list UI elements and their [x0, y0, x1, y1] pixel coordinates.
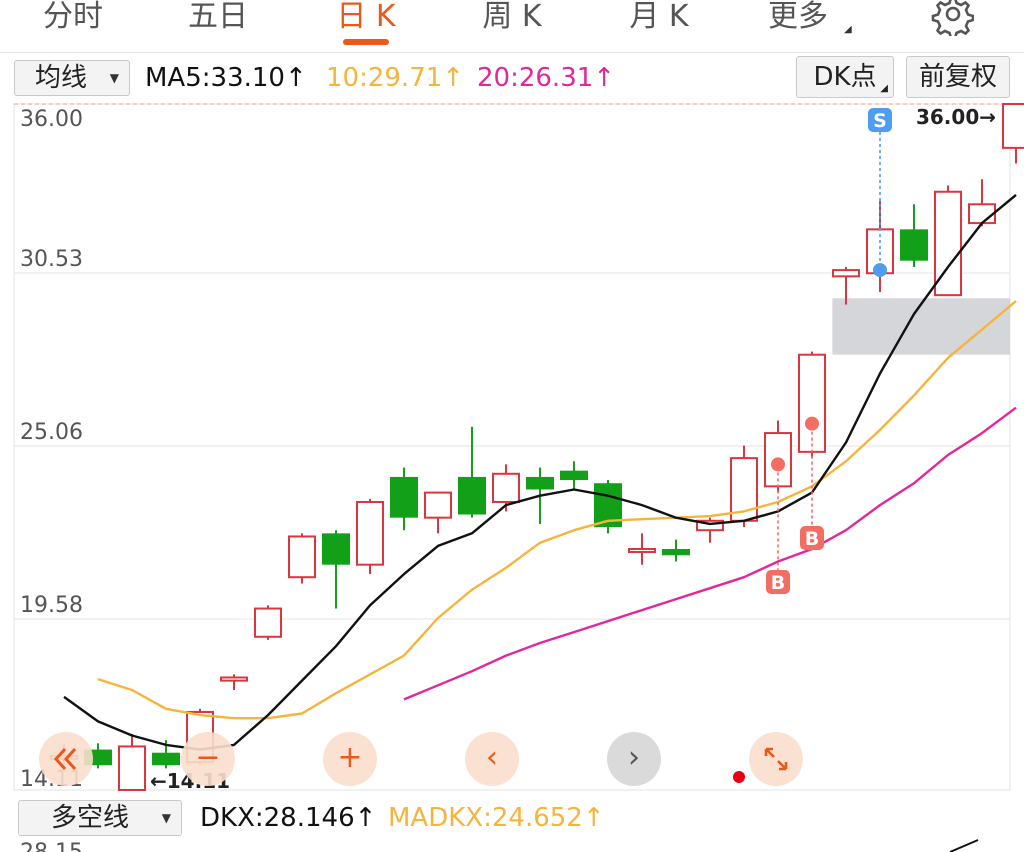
double-chevron-left-icon — [53, 747, 77, 771]
signal-badge-text: B — [805, 528, 819, 550]
candle-body — [356, 500, 384, 566]
candle — [798, 351, 826, 459]
lower-pane: 28.15 — [0, 838, 1024, 852]
dkx-value: DKX:28.146 — [200, 803, 355, 833]
candle — [118, 733, 146, 791]
candle-body — [968, 203, 996, 225]
y-tick-label: 19.58 — [20, 593, 83, 618]
candle-body — [152, 752, 180, 766]
indicator-selector-dropdown[interactable]: 多空线 ▼ — [18, 800, 182, 836]
scroll-left-fast-button[interactable] — [39, 732, 93, 786]
signal-badge-text: B — [771, 572, 785, 594]
candle-body — [662, 549, 690, 556]
candle — [594, 480, 622, 534]
candle-body — [1002, 103, 1024, 149]
candle-body — [254, 607, 282, 638]
candle — [968, 179, 996, 227]
ma10-line — [97, 300, 1017, 720]
candle-body — [322, 533, 350, 565]
candle — [458, 426, 486, 518]
candle-body — [526, 476, 554, 490]
zoom-out-button[interactable]: − — [181, 732, 235, 786]
candle — [288, 533, 316, 584]
candle-body — [798, 353, 826, 453]
candle-body — [390, 476, 418, 518]
chevron-down-icon: ▼ — [161, 811, 171, 825]
candle — [220, 674, 248, 691]
candlestick-chart[interactable]: BBS 36.0030.5325.0619.5814.1136.00→←14.1… — [0, 0, 1024, 852]
candle-body — [492, 472, 520, 503]
candle-body — [118, 745, 146, 791]
candle-body — [458, 476, 486, 515]
candle — [764, 420, 792, 493]
candle-body — [220, 676, 248, 682]
candle-body — [832, 269, 860, 278]
expand-button[interactable] — [749, 732, 803, 786]
y-tick-label: 30.53 — [20, 247, 83, 272]
candle — [424, 491, 452, 534]
up-arrow-icon: ↑ — [582, 803, 605, 833]
dkx-readout: DKX:28.146↑ — [200, 800, 376, 836]
candle-body — [288, 535, 316, 579]
candle-body — [560, 470, 588, 481]
candle — [1002, 103, 1024, 164]
candle-body — [424, 491, 452, 519]
madkx-value: MADKX:24.652 — [388, 803, 583, 833]
signal-badge-text: S — [873, 110, 887, 132]
up-arrow-icon: ↑ — [354, 803, 377, 833]
candle — [356, 498, 384, 575]
indicator-selector-label: 多空线 — [51, 803, 130, 833]
candle — [628, 533, 656, 565]
y-tick-label: 25.06 — [20, 420, 83, 445]
candle — [730, 445, 758, 528]
candle — [322, 530, 350, 609]
candle — [662, 539, 690, 562]
candle — [254, 605, 282, 640]
candle-body — [900, 229, 928, 261]
price-zone — [832, 298, 1010, 355]
candle — [900, 204, 928, 267]
candle — [560, 461, 588, 490]
candles — [50, 103, 1024, 791]
signal-dot — [805, 416, 819, 431]
resistance-zone — [832, 298, 1010, 355]
signal-dot — [873, 263, 887, 278]
candle — [390, 467, 418, 531]
notification-dot — [733, 771, 745, 783]
y-tick-label: 36.00 — [20, 107, 83, 132]
zoom-in-button[interactable]: + — [323, 732, 377, 786]
chart-labels: 36.0030.5325.0619.5814.1136.00→←14.11 — [20, 105, 996, 793]
expand-arrows-icon — [764, 747, 788, 771]
dkx-line-partial — [949, 839, 979, 852]
ma20-line — [403, 406, 1017, 701]
madkx-readout: MADKX:24.652↑ — [388, 800, 605, 836]
previous-button[interactable]: ‹ — [465, 732, 519, 786]
candle-body — [628, 548, 656, 554]
max-price-label: 36.00→ — [916, 105, 996, 129]
signal-dot — [771, 457, 785, 472]
next-button[interactable]: › — [607, 732, 661, 786]
